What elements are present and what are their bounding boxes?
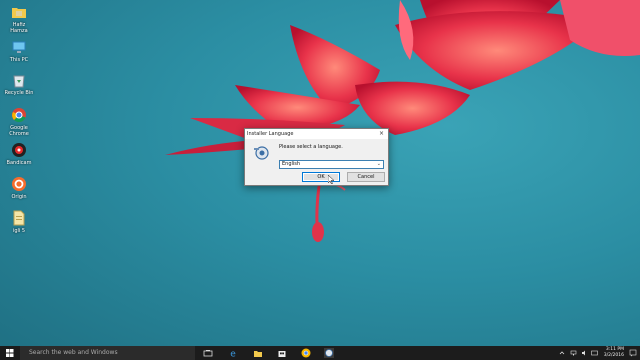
- desktop-icon-label: Hafiz Hamza: [10, 22, 28, 34]
- volume-icon[interactable]: [581, 350, 588, 356]
- taskbar: Search the web and Windows e 3:11 PM 3/2…: [0, 346, 640, 360]
- computer-icon: [12, 41, 26, 53]
- language-prompt: Please select a language.: [279, 144, 343, 150]
- dialog-title: Installer Language: [247, 131, 294, 137]
- desktop-icon-label: Google Chrome: [9, 125, 29, 137]
- desktop-icon-google-chrome[interactable]: Google Chrome: [4, 107, 34, 137]
- language-select[interactable]: English ⌄: [279, 160, 384, 169]
- desktop-icon-hafiz-hamza[interactable]: Hafiz Hamza: [4, 4, 34, 34]
- taskbar-search[interactable]: Search the web and Windows: [20, 346, 195, 360]
- desktop-icon-label: igli 5: [12, 228, 26, 234]
- file-explorer-icon[interactable]: [253, 348, 263, 358]
- file-icon: [13, 210, 25, 226]
- recycle-bin-icon: [13, 75, 25, 88]
- dialog-titlebar[interactable]: Installer Language ×: [245, 129, 388, 139]
- store-icon[interactable]: [277, 348, 287, 358]
- windows-start-icon[interactable]: [0, 346, 20, 360]
- installer-language-dialog: Installer Language × Please select a lan…: [244, 128, 389, 186]
- chevron-down-icon: ⌄: [376, 161, 381, 167]
- ok-button[interactable]: OK: [302, 172, 340, 182]
- svg-text:e: e: [230, 350, 236, 359]
- language-select-value: English: [282, 161, 301, 167]
- clock-date: 3/2/2016: [603, 353, 624, 358]
- chrome-taskbar-icon[interactable]: [301, 348, 311, 358]
- folder-icon: [12, 8, 26, 18]
- close-icon[interactable]: ×: [379, 129, 384, 139]
- mouse-cursor-icon: [328, 175, 334, 184]
- desktop-icon-label: This PC: [9, 57, 29, 63]
- edge-icon[interactable]: e: [228, 348, 238, 359]
- desktop-icon-igli-5[interactable]: igli 5: [4, 210, 34, 234]
- keyboard-icon[interactable]: [591, 350, 598, 356]
- desktop-icon-bandicam[interactable]: Bandicam: [4, 142, 34, 166]
- clock[interactable]: 3:11 PM 3/2/2016: [604, 347, 624, 359]
- origin-icon: [12, 177, 26, 191]
- notifications-icon[interactable]: [629, 349, 637, 357]
- desktop-icon-this-pc[interactable]: This PC: [4, 39, 34, 63]
- network-icon[interactable]: [570, 350, 577, 356]
- desktop-icon-label: Bandicam: [6, 160, 32, 166]
- task-view-icon[interactable]: [203, 348, 213, 358]
- desktop-icon-label: Origin: [11, 194, 27, 200]
- cancel-button[interactable]: Cancel: [347, 172, 385, 182]
- desktop-icon-recycle-bin[interactable]: Recycle Bin: [4, 72, 34, 96]
- desktop-icon-label: Recycle Bin: [4, 90, 34, 96]
- installer-taskbar-icon[interactable]: [324, 348, 334, 358]
- bandicam-icon: [12, 143, 26, 157]
- chevron-up-icon[interactable]: [559, 350, 565, 356]
- chrome-icon: [12, 108, 26, 123]
- desktop-icon-origin[interactable]: Origin: [4, 176, 34, 200]
- search-placeholder: Search the web and Windows: [29, 349, 118, 356]
- installer-icon: [254, 146, 269, 160]
